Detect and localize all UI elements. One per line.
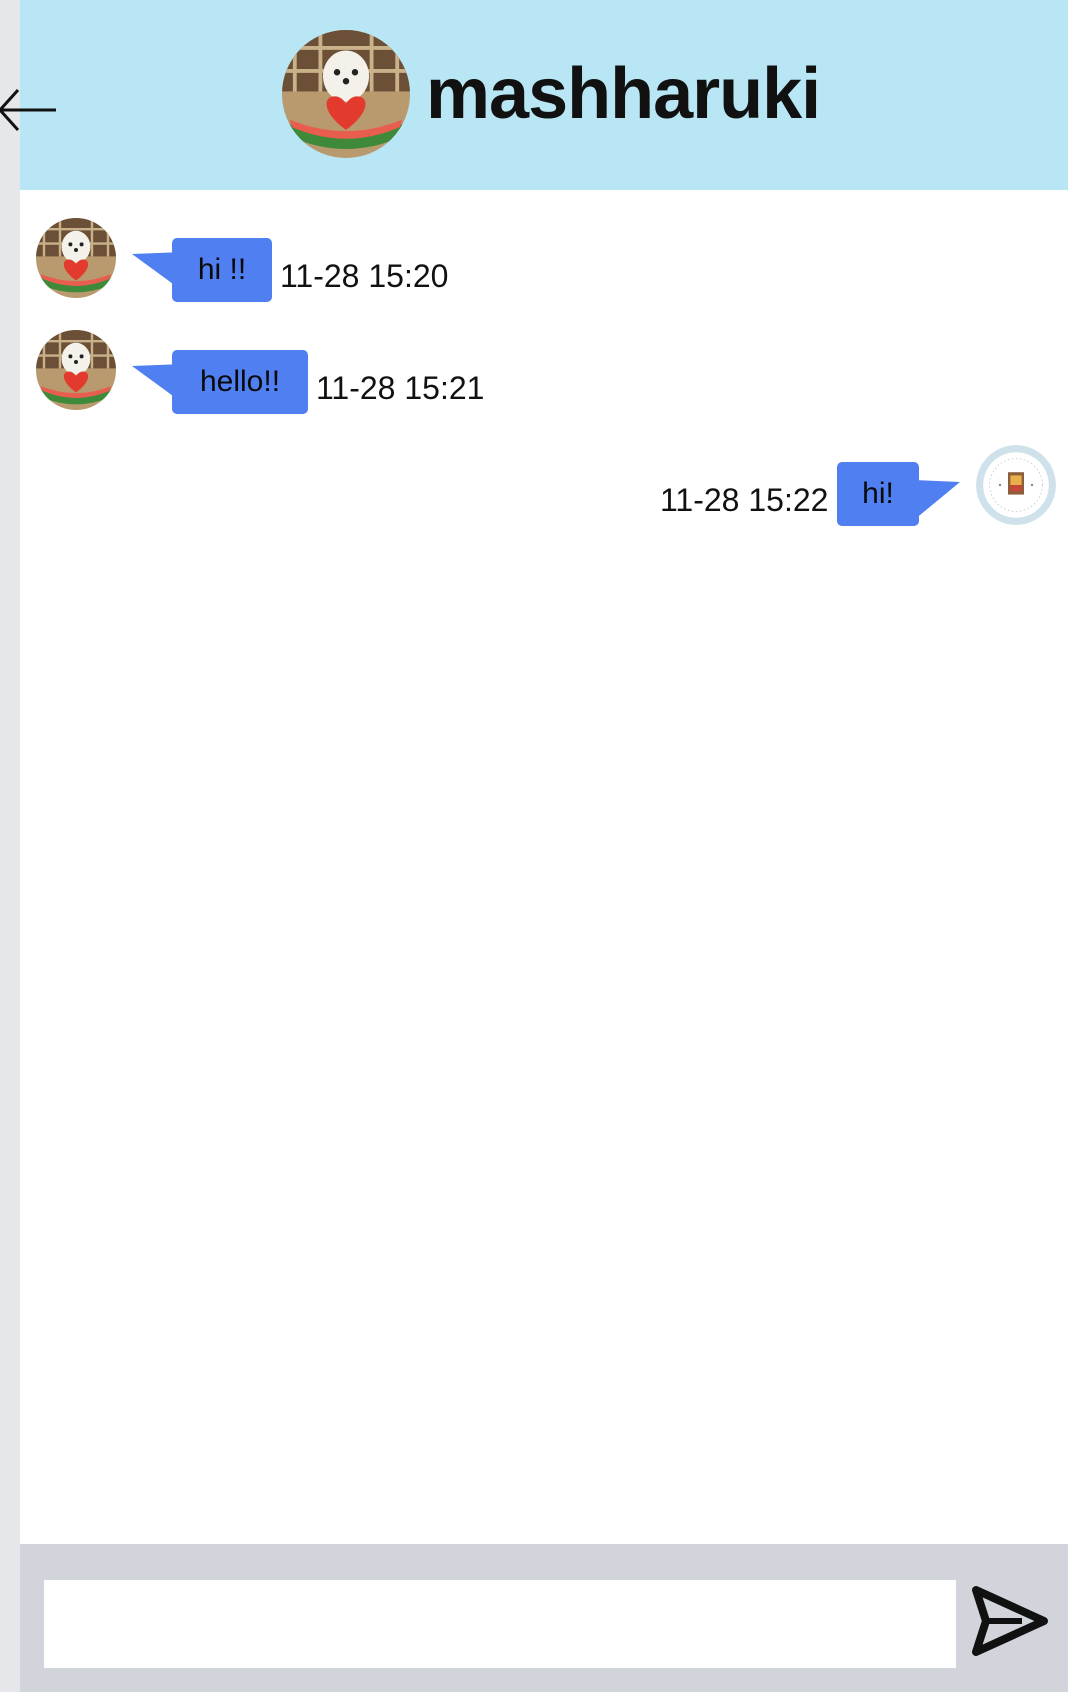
message-timestamp: 11-28 15:20 — [280, 258, 449, 294]
arrow-left-icon — [0, 88, 56, 132]
send-button[interactable] — [966, 1578, 1052, 1664]
contact-name: mashharuki — [426, 54, 821, 134]
message-bubble: hello!! — [172, 350, 308, 414]
message-composer — [20, 1544, 1068, 1692]
chat-window: mashharuki hi !! 11-28 15:20 hello!! 11-… — [0, 0, 1068, 1692]
message-input[interactable] — [44, 1580, 956, 1668]
send-icon — [972, 1586, 1048, 1656]
chat-header: mashharuki — [0, 0, 1068, 190]
message-bubble: hi !! — [172, 238, 272, 302]
message-list: hi !! 11-28 15:20 hello!! 11-28 15:21 11… — [20, 190, 1068, 1544]
message-timestamp: 11-28 15:21 — [316, 370, 485, 406]
sender-avatar[interactable] — [36, 330, 116, 410]
message-bubble: hi! — [837, 462, 919, 526]
bubble-tail — [914, 480, 960, 520]
message-timestamp: 11-28 15:22 — [660, 482, 829, 518]
my-avatar[interactable] — [976, 445, 1056, 525]
back-button[interactable] — [0, 78, 58, 138]
contact-avatar[interactable] — [282, 30, 410, 158]
sender-avatar[interactable] — [36, 218, 116, 298]
